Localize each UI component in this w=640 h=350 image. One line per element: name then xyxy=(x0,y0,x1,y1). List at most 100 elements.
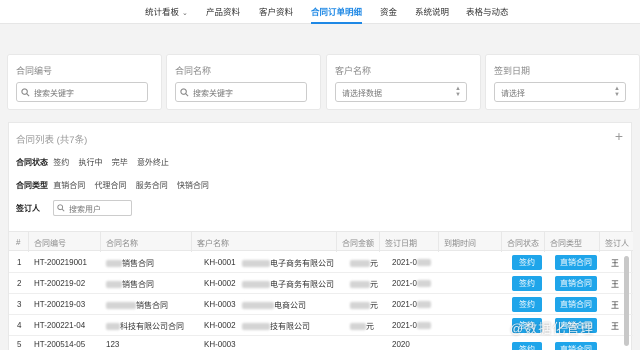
up-down-chevron-icon: ▲ ▼ xyxy=(455,86,461,98)
signer: 王 xyxy=(611,280,619,289)
contract-code: HT-200221-04 xyxy=(34,321,86,330)
contract-code-search-input[interactable]: 搜索关键字 xyxy=(16,82,148,102)
filter-sign-date: 签到日期 请选择 ▲ ▼ xyxy=(485,54,640,110)
sign-date-cell: 2021-0 xyxy=(392,258,431,267)
status-badge[interactable]: 签约 xyxy=(512,342,542,350)
filter-label: 签到日期 xyxy=(494,66,531,76)
sign-date: 2021-0 xyxy=(392,279,417,288)
contract-name-cell: 销售合同 xyxy=(106,279,154,290)
type-filter-label: 合同类型 xyxy=(16,181,48,190)
top-navigation: 统计看板 ⌄ 产品资料 客户资料 合同订单明细 资金 系统说明 表格与动态 xyxy=(0,0,640,24)
table-row[interactable]: 5 HT-200514-05 123 KH-0003 2020 签约 直销合同 xyxy=(9,336,633,350)
nav-tab-customers[interactable]: 客户资料 xyxy=(259,6,293,24)
contract-name-search-input[interactable]: 搜索关键字 xyxy=(175,82,307,102)
contract-name-cell: 销售合同 xyxy=(106,300,168,311)
nav-tab-tables-activity[interactable]: 表格与动态 xyxy=(466,6,509,24)
customer-code: KH-0003 xyxy=(204,340,236,349)
row-index: 3 xyxy=(17,300,22,309)
amount-unit: 元 xyxy=(366,322,374,331)
watermark: @数据化管理 xyxy=(510,321,595,336)
filter-customer-name: 客户名称 请选择数据 ▲ ▼ xyxy=(326,54,481,110)
type-badge[interactable]: 直销合同 xyxy=(555,342,597,350)
col-header-sign-date: 签订日期 xyxy=(385,239,417,248)
contract-name-cell: 销售合同 xyxy=(106,258,154,269)
col-header-type: 合同类型 xyxy=(550,239,582,248)
type-option-fast-sale[interactable]: 快销合同 xyxy=(177,181,209,190)
type-badge[interactable]: 直销合同 xyxy=(555,255,597,270)
table-row[interactable]: 1 HT-200219001 销售合同 KH-0001 电子商务有限公司 元 2… xyxy=(9,252,633,273)
customer-name: 电子商务有限公司 xyxy=(270,280,334,289)
signer: 王 xyxy=(611,259,619,268)
column-divider xyxy=(544,232,545,252)
filter-contract-name: 合同名称 搜索关键字 xyxy=(166,54,321,110)
col-header-due-date: 到期时间 xyxy=(444,239,476,248)
type-badge[interactable]: 直销合同 xyxy=(555,297,597,312)
customer-name: 电商公司 xyxy=(274,301,306,310)
select-placeholder: 请选择数据 xyxy=(342,89,382,98)
table-row[interactable]: 2 HT-200219-02 销售合同 KH-0002 电子商务有限公司 元 2… xyxy=(9,273,633,294)
contract-name: 销售合同 xyxy=(122,259,154,268)
search-placeholder: 搜索关键字 xyxy=(193,89,233,98)
amount-cell: 元 xyxy=(350,258,378,269)
amount-cell: 元 xyxy=(350,321,374,332)
col-header-name: 合同名称 xyxy=(106,239,138,248)
amount-cell: 元 xyxy=(350,279,378,290)
table-header: # 合同编号 合同名称 客户名称 合同金额 签订日期 到期时间 合同状态 合同类… xyxy=(9,231,633,252)
filter-label: 合同名称 xyxy=(175,66,212,76)
row-index: 5 xyxy=(17,340,22,349)
contract-name: 销售合同 xyxy=(122,280,154,289)
signer: 王 xyxy=(611,301,619,310)
contract-name: 123 xyxy=(106,340,120,349)
contract-name: 科技有限公司合同 xyxy=(120,322,184,331)
panel-title: 合同列表 (共7条) xyxy=(16,135,88,146)
nav-tab-funds[interactable]: 资金 xyxy=(380,6,397,24)
customer-name-select[interactable]: 请选择数据 ▲ ▼ xyxy=(335,82,467,102)
status-option-completed[interactable]: 完毕 xyxy=(112,158,128,167)
nav-tab-system-docs[interactable]: 系统说明 xyxy=(415,6,449,24)
col-header-amount: 合同金额 xyxy=(342,239,374,248)
search-icon xyxy=(180,88,189,97)
column-divider xyxy=(28,232,29,252)
amount-cell: 元 xyxy=(350,300,378,311)
status-filter-row: 合同状态 签约 执行中 完毕 意外终止 xyxy=(16,157,176,168)
table-row[interactable]: 3 HT-200219-03 销售合同 KH-0003 电商公司 元 2021-… xyxy=(9,294,633,315)
add-icon[interactable]: + xyxy=(615,128,623,144)
customer-name-cell: 电子商务有限公司 xyxy=(242,258,334,269)
status-option-signed[interactable]: 签约 xyxy=(53,158,69,167)
contract-list-panel: 合同列表 (共7条) + 合同状态 签约 执行中 完毕 意外终止 合同类型 直销… xyxy=(8,122,633,350)
type-option-agency[interactable]: 代理合同 xyxy=(94,181,126,190)
status-badge[interactable]: 签约 xyxy=(512,255,542,270)
type-option-service[interactable]: 服务合同 xyxy=(136,181,168,190)
filter-contract-code: 合同编号 搜索关键字 xyxy=(7,54,162,110)
status-badge[interactable]: 签约 xyxy=(512,276,542,291)
amount-unit: 元 xyxy=(370,259,378,268)
contract-code: HT-200514-05 xyxy=(34,340,86,349)
contract-code: HT-200219-02 xyxy=(34,279,86,288)
up-down-chevron-icon: ▲ ▼ xyxy=(614,86,620,98)
vertical-scrollbar[interactable] xyxy=(624,256,629,346)
status-option-executing[interactable]: 执行中 xyxy=(78,158,102,167)
nav-tab-dashboard[interactable]: 统计看板 ⌄ xyxy=(145,6,188,24)
contract-code: HT-200219-03 xyxy=(34,300,86,309)
status-option-terminated[interactable]: 意外终止 xyxy=(137,158,169,167)
signer-search-input[interactable]: 搜索用户 xyxy=(53,200,132,216)
customer-name: 技有限公司 xyxy=(270,322,310,331)
amount-unit: 元 xyxy=(370,280,378,289)
sign-date: 2020 xyxy=(392,340,410,349)
filter-label: 客户名称 xyxy=(335,66,372,76)
signer-filter-row: 签订人 xyxy=(16,203,43,214)
signer-filter-label: 签订人 xyxy=(16,204,40,213)
row-index: 2 xyxy=(17,279,22,288)
type-filter-row: 合同类型 直销合同 代理合同 服务合同 快销合同 xyxy=(16,180,216,191)
status-badge[interactable]: 签约 xyxy=(512,297,542,312)
customer-code: KH-0002 xyxy=(204,321,236,330)
nav-tab-contract-orders[interactable]: 合同订单明细 xyxy=(311,6,363,24)
nav-tab-products[interactable]: 产品资料 xyxy=(206,6,240,24)
customer-code: KH-0001 xyxy=(204,258,236,267)
type-option-direct[interactable]: 直销合同 xyxy=(53,181,85,190)
search-icon xyxy=(57,204,65,212)
sign-date-select[interactable]: 请选择 ▲ ▼ xyxy=(494,82,626,102)
col-header-index: # xyxy=(16,238,21,247)
type-badge[interactable]: 直销合同 xyxy=(555,276,597,291)
col-header-signer: 签订人 xyxy=(605,239,629,248)
